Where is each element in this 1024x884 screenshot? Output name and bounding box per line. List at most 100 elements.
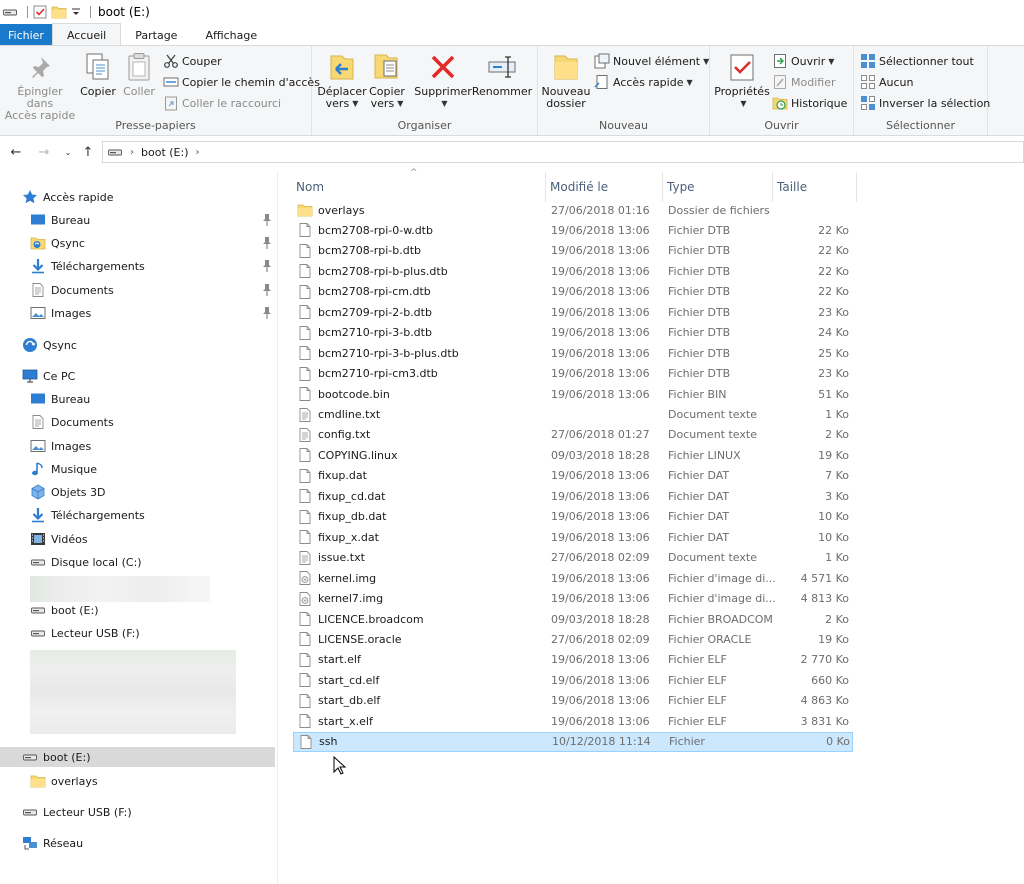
up-arrow-icon[interactable]: ↑ — [78, 142, 98, 162]
file-size: 3 831 Ko — [800, 714, 849, 728]
tab-view[interactable]: Affichage — [191, 24, 271, 46]
address-bar[interactable]: › boot (E:) › — [102, 141, 1024, 163]
pin-icon[interactable] — [261, 283, 273, 297]
forward-arrow-icon[interactable]: → — [34, 142, 54, 162]
file-row[interactable]: bcm2708-rpi-0-w.dtb 19/06/2018 13:06 Fichi… — [293, 220, 853, 240]
copy-button[interactable]: Copier — [80, 50, 116, 98]
invert-selection-label: Inverser la sélection — [879, 96, 991, 110]
copy-to-button[interactable]: Copier vers ▼ — [367, 50, 407, 110]
file-row[interactable]: bootcode.bin 19/06/2018 13:06 Fichier BIN 5… — [293, 384, 853, 404]
file-row[interactable]: kernel7.img 19/06/2018 13:06 Fichier d'ima… — [293, 589, 853, 609]
nav-pc-videos[interactable]: Vidéos — [30, 529, 88, 549]
new-folder-button[interactable]: Nouveau dossier — [542, 50, 590, 110]
new-item-button[interactable]: Nouvel élément ▼ — [594, 51, 709, 71]
nav-pc-local-disk[interactable]: Disque local (C:) — [30, 552, 142, 572]
nav-usb-drive-root[interactable]: Lecteur USB (F:) — [22, 802, 132, 822]
file-row[interactable]: issue.txt 27/06/2018 02:09 Document texte 1… — [293, 548, 853, 568]
column-header-size[interactable]: Taille — [773, 172, 857, 202]
back-arrow-icon[interactable]: ← — [6, 142, 26, 162]
file-row[interactable]: start.elf 19/06/2018 13:06 Fichier ELF 2 77… — [293, 650, 853, 670]
edit-button[interactable]: Modifier — [772, 72, 835, 92]
select-none-button[interactable]: Aucun — [860, 72, 914, 92]
pin-icon[interactable] — [261, 213, 273, 227]
pin-icon[interactable] — [261, 259, 273, 273]
file-row[interactable]: bcm2710-rpi-3-b.dtb 19/06/2018 13:06 Fichi… — [293, 323, 853, 343]
move-to-button[interactable]: Déplacer vers ▼ — [317, 50, 367, 110]
nav-quick-qsync[interactable]: Qsync — [30, 233, 85, 253]
nav-pc-downloads[interactable]: Téléchargements — [30, 505, 145, 525]
nav-pc-3d-objects[interactable]: Objets 3D — [30, 482, 105, 502]
nav-quick-desktop[interactable]: Bureau — [30, 210, 90, 230]
paste-shortcut-button[interactable]: Coller le raccourci — [163, 93, 281, 113]
file-row[interactable]: LICENSE.oracle 27/06/2018 02:09 Fichier OR… — [293, 629, 853, 649]
select-all-button[interactable]: Sélectionner tout — [860, 51, 974, 71]
file-row[interactable]: bcm2708-rpi-b.dtb 19/06/2018 13:06 Fichier… — [293, 241, 853, 261]
column-header-modified[interactable]: Modifié le — [546, 172, 663, 202]
pin-icon[interactable] — [261, 306, 273, 320]
file-row[interactable]: start_x.elf 19/06/2018 13:06 Fichier ELF 3 … — [293, 711, 853, 731]
nav-boot-drive-selected[interactable]: boot (E:) — [0, 747, 275, 767]
file-row[interactable]: cmdline.txt Document texte 1 Ko — [293, 405, 853, 425]
nav-qsync[interactable]: Qsync — [22, 335, 77, 355]
paste-button[interactable]: Coller — [120, 50, 158, 98]
file-row[interactable]: bcm2710-rpi-cm3.dtb 19/06/2018 13:06 Fichi… — [293, 364, 853, 384]
file-row[interactable]: fixup_cd.dat 19/06/2018 13:06 Fichier DAT 3… — [293, 486, 853, 506]
column-header-type[interactable]: Type — [663, 172, 773, 202]
nav-pc-pictures[interactable]: Images — [30, 436, 91, 456]
cut-button[interactable]: Couper — [163, 51, 222, 71]
pin-quick-access-button[interactable]: Épingler dans Accès rapide — [4, 50, 76, 122]
nav-overlays-folder[interactable]: overlays — [30, 771, 98, 791]
nav-quick-pictures[interactable]: Images — [30, 303, 91, 323]
file-size: 2 770 Ko — [800, 653, 849, 667]
properties-button[interactable]: Propriétés ▼ — [714, 50, 770, 110]
file-row[interactable]: COPYING.linux 09/03/2018 18:28 Fichier LIN… — [293, 445, 853, 465]
open-button[interactable]: Ouvrir ▼ — [772, 51, 834, 71]
pin-icon[interactable] — [261, 236, 273, 250]
nav-pc-documents[interactable]: Documents — [30, 412, 114, 432]
invert-selection-button[interactable]: Inverser la sélection — [860, 93, 990, 113]
tab-file[interactable]: Fichier — [0, 24, 52, 46]
file-row[interactable]: overlays 27/06/2018 01:16 Dossier de fichi… — [293, 200, 853, 220]
file-row[interactable]: bcm2709-rpi-2-b.dtb 19/06/2018 13:06 Fichi… — [293, 302, 853, 322]
nav-quick-documents[interactable]: Documents — [30, 280, 114, 300]
properties-quick-icon[interactable] — [33, 4, 47, 20]
breadcrumb-boot-drive[interactable]: boot (E:) — [141, 146, 189, 159]
file-row[interactable]: config.txt 27/06/2018 01:27 Document texte… — [293, 425, 853, 445]
file-row[interactable]: LICENCE.broadcom 09/03/2018 18:28 Fichier … — [293, 609, 853, 629]
breadcrumb-chevron-icon[interactable]: › — [196, 147, 200, 158]
rename-button[interactable]: Renommer — [472, 50, 532, 98]
nav-boot-drive[interactable]: boot (E:) — [30, 600, 99, 620]
file-row[interactable]: fixup_x.dat 19/06/2018 13:06 Fichier DAT 10… — [293, 527, 853, 547]
delete-button[interactable]: Supprimer ▼ — [414, 50, 472, 110]
copy-path-button[interactable]: Copier le chemin d'accès — [163, 72, 320, 92]
nav-network[interactable]: Réseau — [22, 833, 83, 853]
file-row[interactable]: fixup.dat 19/06/2018 13:06 Fichier DAT 7 Ko — [293, 466, 853, 486]
breadcrumb-chevron-icon[interactable]: › — [130, 147, 134, 158]
file-row[interactable]: start_cd.elf 19/06/2018 13:06 Fichier ELF 6… — [293, 670, 853, 690]
history-button[interactable]: Historique — [772, 93, 847, 113]
column-header-name[interactable]: Nom — [292, 172, 546, 202]
file-row[interactable]: bcm2708-rpi-b-plus.dtb 19/06/2018 13:06 Fi… — [293, 261, 853, 281]
customize-toolbar-chevron-icon[interactable] — [71, 4, 81, 20]
tab-home[interactable]: Accueil — [51, 23, 122, 46]
file-row[interactable]: bcm2710-rpi-3-b-plus.dtb 19/06/2018 13:06… — [293, 343, 853, 363]
recent-locations-chevron-icon[interactable]: ⌄ — [58, 142, 78, 162]
nav-quick-downloads[interactable]: Téléchargements — [30, 256, 145, 276]
file-row[interactable]: bcm2708-rpi-cm.dtb 19/06/2018 13:06 Fichie… — [293, 282, 853, 302]
new-folder-quick-icon[interactable] — [51, 4, 67, 20]
nav-quick-access[interactable]: Accès rapide — [22, 187, 113, 207]
nav-pc-desktop[interactable]: Bureau — [30, 389, 90, 409]
file-type: Fichier — [669, 735, 705, 749]
tab-share[interactable]: Partage — [121, 24, 191, 46]
redacted-nav-items — [30, 650, 236, 734]
nav-pc-music[interactable]: Musique — [30, 459, 97, 479]
select-none-label: Aucun — [879, 75, 914, 89]
file-row[interactable]: fixup_db.dat 19/06/2018 13:06 Fichier DAT 1… — [293, 507, 853, 527]
file-row[interactable]: kernel.img 19/06/2018 13:06 Fichier d'imag… — [293, 568, 853, 588]
file-row[interactable]: ssh 10/12/2018 11:14 Fichier 0 Ko — [293, 731, 853, 752]
file-size: 22 Ko — [818, 264, 849, 278]
nav-usb-drive[interactable]: Lecteur USB (F:) — [30, 623, 140, 643]
file-row[interactable]: start_db.elf 19/06/2018 13:06 Fichier ELF 4… — [293, 691, 853, 711]
nav-this-pc[interactable]: Ce PC — [22, 366, 75, 386]
easy-access-button[interactable]: Accès rapide ▼ — [594, 72, 693, 92]
